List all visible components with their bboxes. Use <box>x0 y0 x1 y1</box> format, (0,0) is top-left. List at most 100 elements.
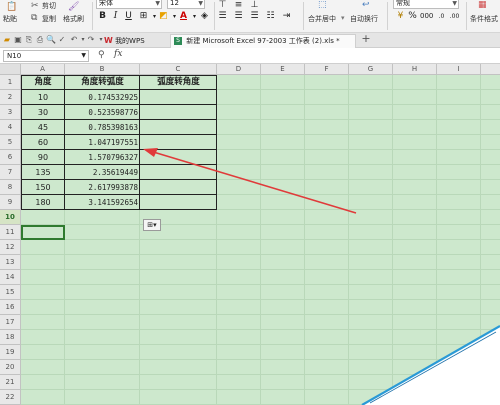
table-header-cell[interactable]: 弧度转角度 <box>140 75 217 90</box>
table-cell[interactable]: 45 <box>21 120 65 135</box>
table-cell[interactable]: 90 <box>21 150 65 165</box>
zoom-magnifier-icon[interactable]: ⚲ <box>98 50 105 60</box>
column-header-j[interactable]: J <box>481 64 500 75</box>
formula-input[interactable] <box>130 50 496 62</box>
table-cell[interactable]: 0.174532925 <box>65 90 140 105</box>
table-cell[interactable] <box>140 180 217 195</box>
row-header-8[interactable]: 8 <box>0 180 21 195</box>
italic-button[interactable]: I <box>110 11 121 22</box>
table-cell[interactable]: 0.785398163 <box>65 120 140 135</box>
table-cell[interactable] <box>140 120 217 135</box>
row-header-15[interactable]: 15 <box>0 285 21 300</box>
name-box[interactable]: N10 ▼ <box>3 50 89 62</box>
format-painter-icon[interactable]: 🖌 <box>68 2 79 12</box>
column-header-i[interactable]: I <box>437 64 481 75</box>
increase-decimal-icon[interactable]: .0 <box>436 11 447 22</box>
column-header-c[interactable]: C <box>140 64 217 75</box>
table-cell[interactable]: 30 <box>21 105 65 120</box>
open-folder-icon[interactable]: ▰ <box>2 35 12 45</box>
indent-icon[interactable]: ⇥ <box>281 11 292 22</box>
column-header-a[interactable]: A <box>21 64 65 75</box>
table-cell[interactable] <box>140 90 217 105</box>
table-cell[interactable]: 2.35619449 <box>65 165 140 180</box>
decrease-decimal-icon[interactable]: .00 <box>449 11 460 22</box>
row-header-9[interactable]: 9 <box>0 195 21 210</box>
clear-format-icon[interactable]: ◈ <box>199 11 210 22</box>
paste-options-button[interactable]: ⊞▾ <box>143 219 161 231</box>
merge-center-icon[interactable]: ⬚ <box>318 0 327 10</box>
insert-function-icon[interactable]: fx <box>114 49 122 59</box>
align-left-icon[interactable]: ☰ <box>217 11 228 22</box>
row-header-7[interactable]: 7 <box>0 165 21 180</box>
copy-button[interactable]: 复制 <box>42 14 56 24</box>
row-header-12[interactable]: 12 <box>0 240 21 255</box>
table-cell[interactable] <box>140 195 217 210</box>
table-cell[interactable]: 0.523598776 <box>65 105 140 120</box>
column-header-h[interactable]: H <box>393 64 437 75</box>
wrap-text-button[interactable]: 自动换行 <box>350 14 378 24</box>
row-header-18[interactable]: 18 <box>0 330 21 345</box>
align-right-icon[interactable]: ☰ <box>249 11 260 22</box>
row-header-10[interactable]: 10 <box>0 210 21 225</box>
column-header-d[interactable]: D <box>217 64 261 75</box>
paste-dropdown-icon[interactable]: ▾ <box>12 14 16 22</box>
row-header-17[interactable]: 17 <box>0 315 21 330</box>
row-header-5[interactable]: 5 <box>0 135 21 150</box>
font-name-select[interactable]: 宋体 ▼ <box>96 0 162 9</box>
font-color-icon[interactable]: A <box>178 11 189 22</box>
row-header-20[interactable]: 20 <box>0 360 21 375</box>
row-header-1[interactable]: 1 <box>0 75 21 90</box>
table-cell[interactable] <box>140 150 217 165</box>
column-header-b[interactable]: B <box>65 64 140 75</box>
currency-icon[interactable]: ¥ <box>395 11 406 22</box>
table-cell[interactable]: 60 <box>21 135 65 150</box>
spellcheck-icon[interactable]: ✓ <box>57 35 67 45</box>
export-pdf-icon[interactable]: ⎘ <box>24 35 34 45</box>
table-cell[interactable]: 3.141592654 <box>65 195 140 210</box>
percent-icon[interactable]: % <box>407 11 418 22</box>
wrap-text-icon[interactable]: ↩ <box>362 0 370 10</box>
conditional-format-icon[interactable]: ▦ <box>478 0 487 10</box>
copy-icon[interactable]: ⧉ <box>31 13 37 23</box>
spreadsheet-grid[interactable]: ABCDEFGHIJ 12345678910111213141516171819… <box>0 64 500 405</box>
table-cell[interactable] <box>140 105 217 120</box>
paste-icon[interactable]: 📋 <box>6 2 17 12</box>
underline-button[interactable]: U <box>123 11 134 22</box>
row-header-21[interactable]: 21 <box>0 375 21 390</box>
table-cell[interactable]: 10 <box>21 90 65 105</box>
merge-center-button[interactable]: 合并居中 <box>308 14 336 24</box>
row-header-4[interactable]: 4 <box>0 120 21 135</box>
redo-icon[interactable]: ↷ <box>86 35 96 45</box>
row-header-16[interactable]: 16 <box>0 300 21 315</box>
align-middle-icon[interactable]: ≡ <box>233 0 244 11</box>
table-cell[interactable]: 135 <box>21 165 65 180</box>
row-header-6[interactable]: 6 <box>0 150 21 165</box>
align-center-icon[interactable]: ☰ <box>233 11 244 22</box>
conditional-format-button[interactable]: 条件格式 <box>470 14 498 24</box>
table-cell[interactable]: 180 <box>21 195 65 210</box>
font-size-select[interactable]: 12 ▼ <box>167 0 205 9</box>
table-cell[interactable] <box>140 135 217 150</box>
table-cell[interactable] <box>140 165 217 180</box>
column-header-e[interactable]: E <box>261 64 305 75</box>
table-header-cell[interactable]: 角度转弧度 <box>65 75 140 90</box>
cut-button[interactable]: 剪切 <box>42 1 56 11</box>
tab-document[interactable]: S 新建 Microsoft Excel 97-2003 工作表 (2).xls… <box>170 34 356 48</box>
fill-color-icon[interactable]: ◩ <box>158 11 169 22</box>
borders-icon[interactable]: ⊞ <box>138 11 149 22</box>
save-icon[interactable]: ▣ <box>13 35 23 45</box>
row-header-2[interactable]: 2 <box>0 90 21 105</box>
select-all-corner[interactable] <box>0 64 21 75</box>
distribute-icon[interactable]: ☷ <box>265 11 276 22</box>
table-cell[interactable]: 2.617993878 <box>65 180 140 195</box>
align-top-icon[interactable]: ⊤ <box>217 0 228 11</box>
new-tab-button[interactable]: + <box>361 33 371 44</box>
row-header-13[interactable]: 13 <box>0 255 21 270</box>
column-header-f[interactable]: F <box>305 64 349 75</box>
bold-button[interactable]: B <box>97 11 108 22</box>
format-painter-button[interactable]: 格式刷 <box>63 14 84 24</box>
align-bottom-icon[interactable]: ⊥ <box>249 0 260 11</box>
print-preview-icon[interactable]: 🔍 <box>46 35 56 45</box>
row-header-14[interactable]: 14 <box>0 270 21 285</box>
row-header-3[interactable]: 3 <box>0 105 21 120</box>
